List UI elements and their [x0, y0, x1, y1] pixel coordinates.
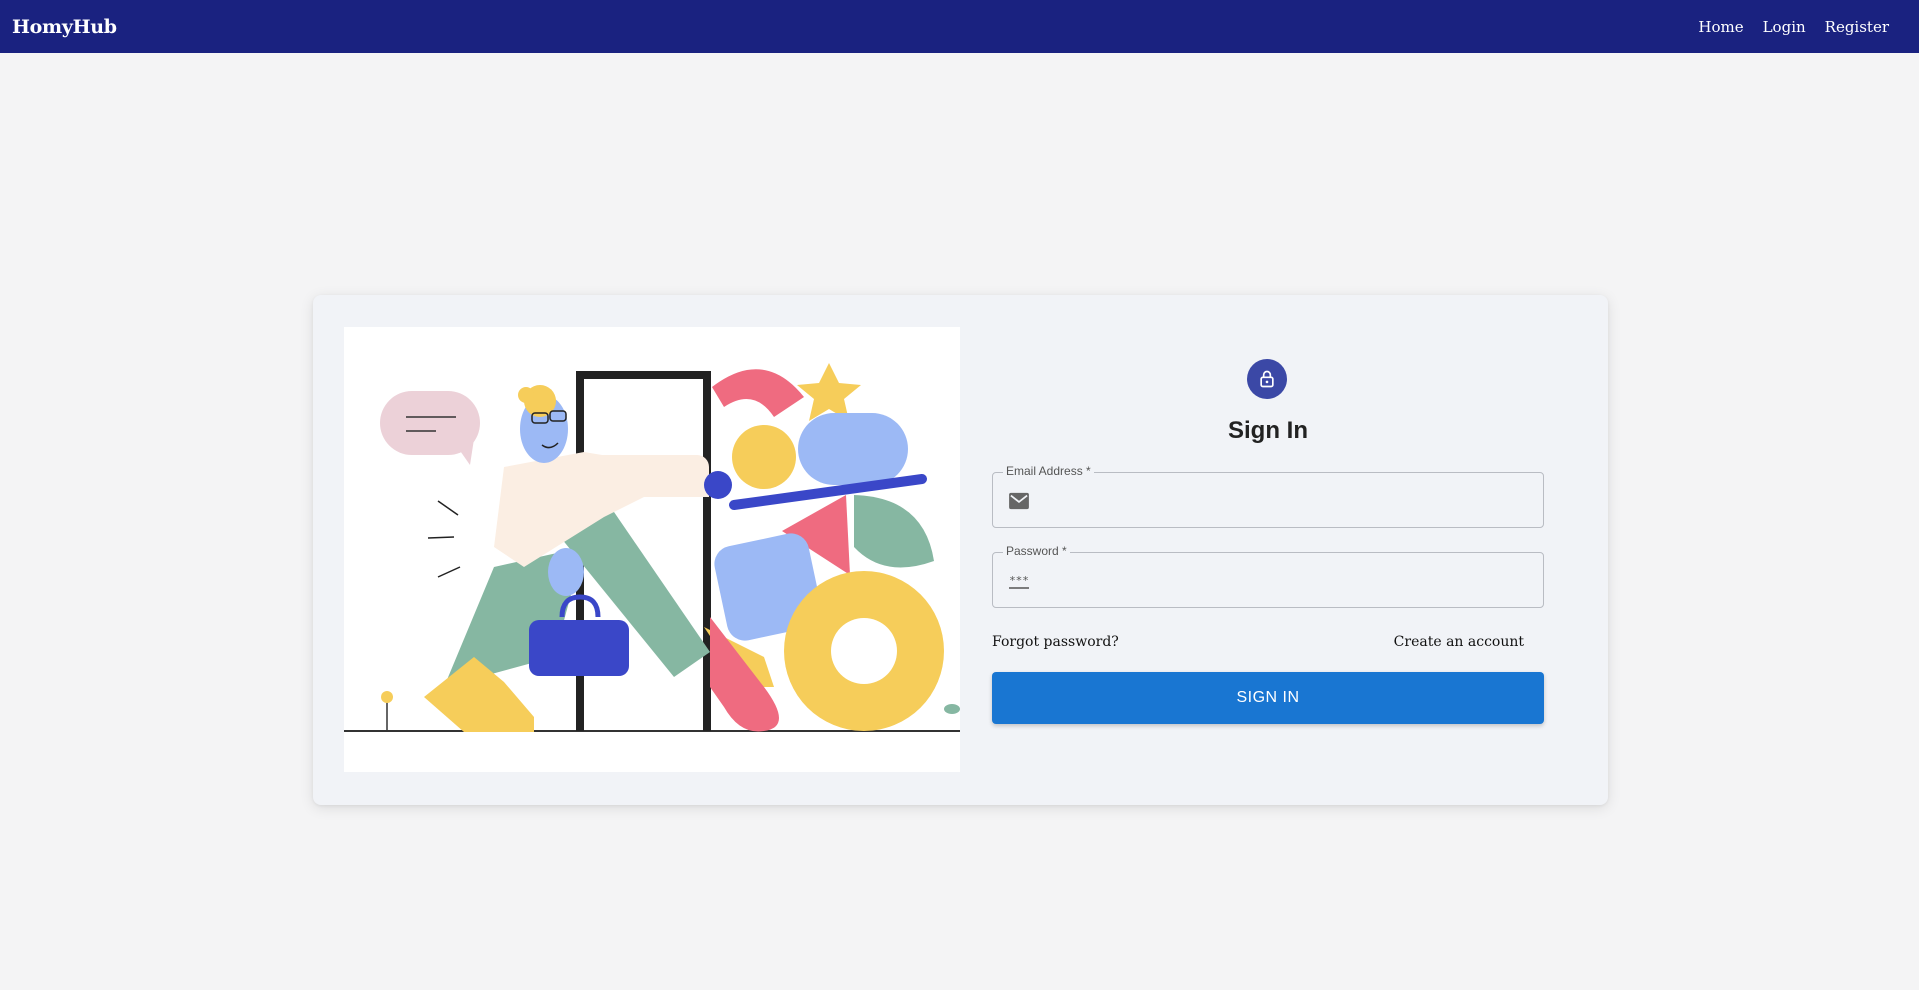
- nav-link-register[interactable]: Register: [1825, 18, 1889, 36]
- svg-text:***: ***: [1009, 574, 1029, 587]
- email-input[interactable]: [1041, 473, 1531, 527]
- password-field[interactable]: Password * ***: [992, 544, 1544, 608]
- brand-logo[interactable]: HomyHub: [12, 16, 117, 38]
- password-dots-icon: ***: [1007, 571, 1031, 591]
- mail-icon: [1007, 491, 1031, 511]
- signin-button[interactable]: SIGN IN: [992, 672, 1544, 724]
- lock-avatar: [1247, 359, 1287, 399]
- signin-form: Sign In Email Address * Password * *** F…: [992, 295, 1544, 805]
- speech-bubble: [380, 391, 480, 465]
- top-navbar: HomyHub Home Login Register: [0, 0, 1919, 53]
- create-account-link[interactable]: Create an account: [1394, 634, 1524, 650]
- password-input[interactable]: [1041, 553, 1531, 607]
- abstract-shapes: [704, 363, 960, 732]
- nav-links: Home Login Register: [1698, 18, 1889, 36]
- login-card: Sign In Email Address * Password * *** F…: [313, 295, 1608, 805]
- nav-link-home[interactable]: Home: [1698, 18, 1743, 36]
- page-title: Sign In: [1228, 417, 1308, 444]
- nav-link-login[interactable]: Login: [1763, 18, 1806, 36]
- email-field[interactable]: Email Address *: [992, 464, 1544, 528]
- login-illustration: [344, 327, 960, 772]
- forgot-password-link[interactable]: Forgot password?: [992, 634, 1119, 650]
- auth-links: Forgot password? Create an account: [992, 634, 1544, 656]
- lock-icon: [1260, 370, 1274, 388]
- person-entering-door-illustration: [344, 363, 960, 732]
